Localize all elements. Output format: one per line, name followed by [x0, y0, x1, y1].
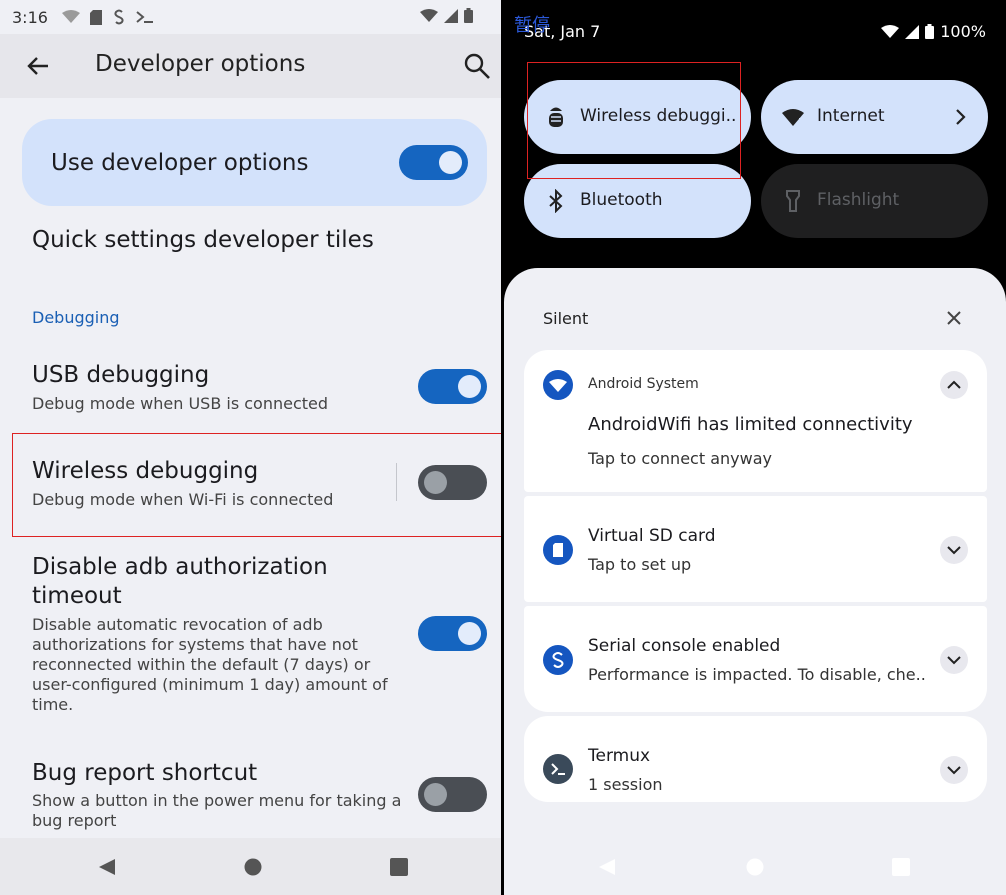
toggle-knob	[458, 375, 481, 398]
disable-adb-timeout-subtitle-line5: time.	[32, 695, 74, 714]
nav-recents-icon[interactable]	[892, 858, 910, 876]
status-time: 3:16	[12, 7, 48, 27]
battery-icon	[925, 24, 935, 39]
quick-settings-developer-tiles[interactable]: Quick settings developer tiles	[32, 227, 374, 253]
wifi-off-icon	[61, 10, 80, 23]
disable-adb-timeout-title-line1[interactable]: Disable adb authorization	[32, 554, 328, 580]
notification-serial-console[interactable]: Serial console enabled Performance is im…	[524, 606, 987, 712]
usb-debugging-toggle[interactable]	[418, 369, 487, 404]
back-arrow-icon[interactable]	[22, 50, 54, 82]
quick-settings-screen: Sat, Jan 7 暂停 100% Wireless debuggi.. In…	[504, 0, 1006, 895]
page-title: Developer options	[95, 51, 306, 77]
notification-text: Tap to connect anyway	[588, 449, 772, 468]
notification-title: Termux	[588, 746, 651, 766]
usb-debugging-subtitle: Debug mode when USB is connected	[32, 394, 329, 413]
notification-shade: Silent Android System AndroidWifi has li…	[504, 268, 1006, 895]
disable-adb-timeout-toggle[interactable]	[418, 616, 487, 651]
disable-adb-timeout-subtitle-line3: reconnected within the default (7 days) …	[32, 655, 371, 674]
tile-label: Bluetooth	[580, 190, 663, 210]
nav-back-icon[interactable]	[598, 858, 616, 876]
notification-text: Performance is impacted. To disable, che…	[588, 665, 926, 684]
nav-back-icon[interactable]	[98, 858, 116, 876]
search-icon[interactable]	[462, 51, 492, 81]
disable-adb-timeout-subtitle-line2: authorizations for systems that have not	[32, 635, 358, 654]
section-header-debugging: Debugging	[32, 308, 120, 327]
tile-label: Internet	[817, 106, 885, 126]
wifi-warning-icon	[782, 109, 804, 126]
close-icon[interactable]	[945, 309, 963, 327]
disable-adb-timeout-title-line2[interactable]: timeout	[32, 583, 122, 609]
bug-report-shortcut-subtitle-line2: bug report	[32, 811, 117, 830]
notification-termux[interactable]: Termux 1 session	[524, 716, 987, 802]
sd-card-icon	[89, 9, 102, 25]
flashlight-icon	[786, 190, 800, 212]
bug-report-shortcut-subtitle-line1: Show a button in the power menu for taki…	[32, 791, 402, 810]
expand-icon[interactable]	[940, 756, 968, 784]
bluetooth-icon	[549, 189, 563, 213]
chevron-right-icon	[956, 109, 966, 125]
expand-icon[interactable]	[940, 646, 968, 674]
highlight-box	[12, 433, 501, 537]
wifi-notification-icon	[543, 370, 573, 400]
bug-report-shortcut-toggle[interactable]	[418, 777, 487, 812]
serial-console-icon	[114, 9, 124, 25]
termux-notification-icon	[543, 754, 573, 784]
use-developer-options-toggle[interactable]	[399, 145, 468, 180]
tile-internet[interactable]: Internet	[761, 80, 988, 154]
tile-flashlight[interactable]: Flashlight	[761, 164, 988, 238]
notification-android-system[interactable]: Android System AndroidWifi has limited c…	[524, 350, 987, 492]
toggle-knob	[458, 622, 481, 645]
disable-adb-timeout-subtitle-line1: Disable automatic revocation of adb	[32, 615, 323, 634]
wifi-warning-status-icon	[881, 24, 900, 38]
serial-console-notification-icon	[543, 645, 573, 675]
silent-header: Silent	[543, 309, 589, 328]
status-icons: 100%	[881, 22, 986, 41]
wifi-warning-status-icon	[420, 8, 438, 22]
pause-watermark: 暂停	[514, 15, 550, 36]
status-bar: 3:16	[0, 0, 501, 34]
use-developer-options-card[interactable]: Use developer options	[22, 119, 487, 206]
tile-label: Flashlight	[817, 190, 900, 210]
nav-home-icon[interactable]	[746, 858, 764, 876]
toggle-knob	[439, 151, 462, 174]
notification-virtual-sd-card[interactable]: Virtual SD card Tap to set up	[524, 496, 987, 602]
sd-card-notification-icon	[543, 535, 573, 565]
usb-debugging-title[interactable]: USB debugging	[32, 362, 209, 388]
nav-recents-icon[interactable]	[390, 858, 408, 876]
notification-app-name: Android System	[588, 376, 699, 392]
terminal-icon	[136, 11, 153, 23]
notification-text: 1 session	[588, 775, 663, 794]
bug-report-shortcut-title[interactable]: Bug report shortcut	[32, 760, 257, 786]
notification-text: Tap to set up	[588, 555, 692, 574]
navigation-bar	[504, 838, 1006, 895]
signal-icon	[905, 24, 920, 39]
notification-title: Serial console enabled	[588, 636, 781, 656]
expand-icon[interactable]	[940, 536, 968, 564]
battery-percent: 100%	[940, 22, 986, 41]
disable-adb-timeout-subtitle-line4: user-configured (minimum 1 day) amount o…	[32, 675, 388, 694]
developer-options-screen: 3:16 Developer options Use developer opt…	[0, 0, 501, 895]
use-developer-options-label: Use developer options	[51, 150, 309, 176]
notification-title: AndroidWifi has limited connectivity	[588, 414, 913, 435]
collapse-icon[interactable]	[940, 371, 968, 399]
app-bar: Developer options	[0, 34, 501, 98]
battery-icon	[464, 8, 473, 23]
signal-icon	[444, 8, 458, 23]
nav-home-icon[interactable]	[244, 858, 262, 876]
toggle-knob	[424, 783, 447, 806]
navigation-bar	[0, 838, 501, 895]
highlight-box	[527, 62, 741, 179]
notification-title: Virtual SD card	[588, 526, 716, 546]
